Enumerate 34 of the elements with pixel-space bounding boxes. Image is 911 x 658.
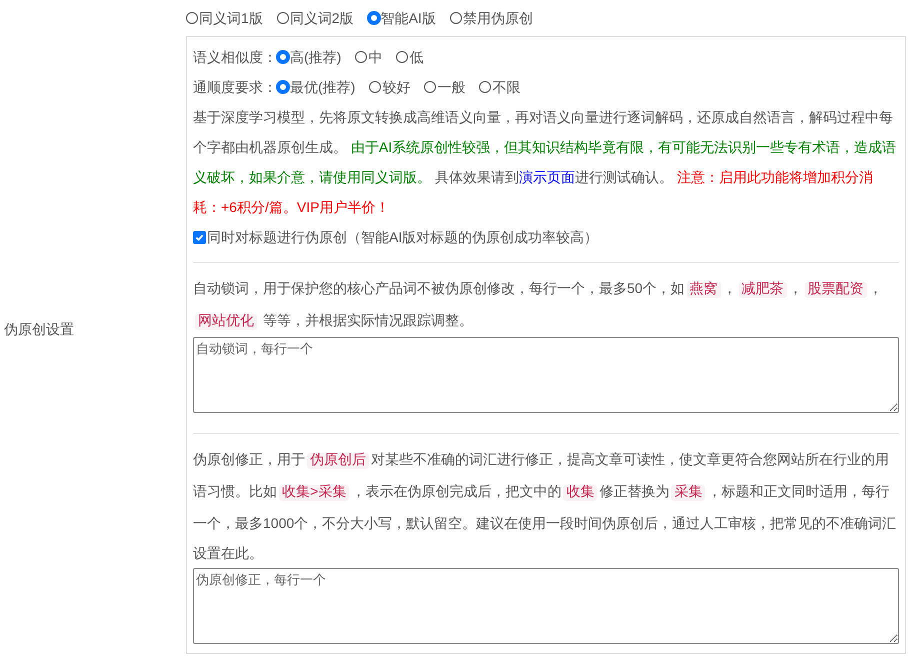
lock-words-description: 自动锁词，用于保护您的核心产品词不被伪原创修改，每行一个，最多50个，如 燕窝 ， 减肥茶 ， 股票配资 ， 网站优化 等等，并根据实际情况跟踪调整。 bbox=[193, 279, 884, 332]
mode-option[interactable]: 智能AI版 bbox=[368, 8, 436, 28]
title-checkbox-option[interactable]: 同时对标题进行伪原创（智能AI版对标题的伪原创成功率较高） bbox=[193, 222, 899, 252]
radio-button[interactable] bbox=[369, 81, 382, 93]
mode-option[interactable]: 禁用伪原创 bbox=[450, 8, 533, 28]
radio-button[interactable] bbox=[424, 81, 436, 93]
lock-words-field[interactable]: 自动锁词，每行一个 bbox=[193, 337, 899, 413]
fluency-option[interactable]: 较好 bbox=[369, 76, 410, 98]
corrections-description: 伪原创修正，用于 伪原创后 对某些不准确的词汇进行修正，提高文章可读性，使文章更符合您网站所在行业的用语习惯。比如 收集>采集 ，表示在伪原创完成后，把文中的 收集 修正替换为 采集 ，标题和正文同时适用，每行一个，最多1000个，不分大小写，默认留空。建议在使用一段时间伪原创后，通过人工审核，把常见的不准确词汇设置在此。 bbox=[193, 450, 898, 563]
section-label: 伪原创设置 bbox=[4, 320, 74, 338]
demo-page-link[interactable]: 演示页面 bbox=[518, 169, 575, 185]
radio-button[interactable] bbox=[186, 12, 198, 24]
radio-button[interactable] bbox=[450, 12, 462, 24]
corrections-field[interactable]: 伪原创修正，每行一个 bbox=[193, 568, 899, 644]
similarity-label: 语义相似度： bbox=[193, 48, 277, 66]
radio-button[interactable] bbox=[479, 81, 492, 93]
radio-button[interactable] bbox=[277, 81, 289, 93]
radio-button[interactable] bbox=[277, 51, 289, 63]
similarity-option[interactable]: 低 bbox=[396, 46, 424, 68]
fluency-option[interactable]: 不限 bbox=[479, 76, 520, 98]
radio-button[interactable] bbox=[276, 12, 289, 24]
similarity-option[interactable]: 高(推荐) bbox=[277, 46, 342, 68]
mode-option[interactable]: 同义词1版 bbox=[186, 8, 263, 28]
check-icon bbox=[195, 232, 204, 242]
similarity-option[interactable]: 中 bbox=[355, 46, 382, 68]
radio-button[interactable] bbox=[396, 51, 408, 63]
checkbox[interactable] bbox=[193, 230, 206, 244]
mode-option[interactable]: 同义词2版 bbox=[276, 8, 354, 28]
fluency-label: 通顺度要求： bbox=[193, 78, 277, 96]
fluency-option[interactable]: 最优(推荐) bbox=[277, 76, 356, 98]
fluency-option[interactable]: 一般 bbox=[424, 76, 466, 98]
radio-button[interactable] bbox=[368, 12, 380, 24]
ai-description: 基于深度学习模型，先将原文转换成高维语义向量，再对语义向量进行逐词解码，还原成自然语言，解码过程中每个字都由机器原创生成。 由于AI系统原创性较强，但其知识结构毕竟有限，有可能无法识别一些专有术语，造成语义破坏，如果介意，请使用同义词版。 具体效果请到演示页面进行测试确认。 注意：启用此功能将增加积分消耗：+6积分/篇。VIP用户半价！ bbox=[193, 108, 898, 217]
radio-button[interactable] bbox=[355, 51, 368, 63]
